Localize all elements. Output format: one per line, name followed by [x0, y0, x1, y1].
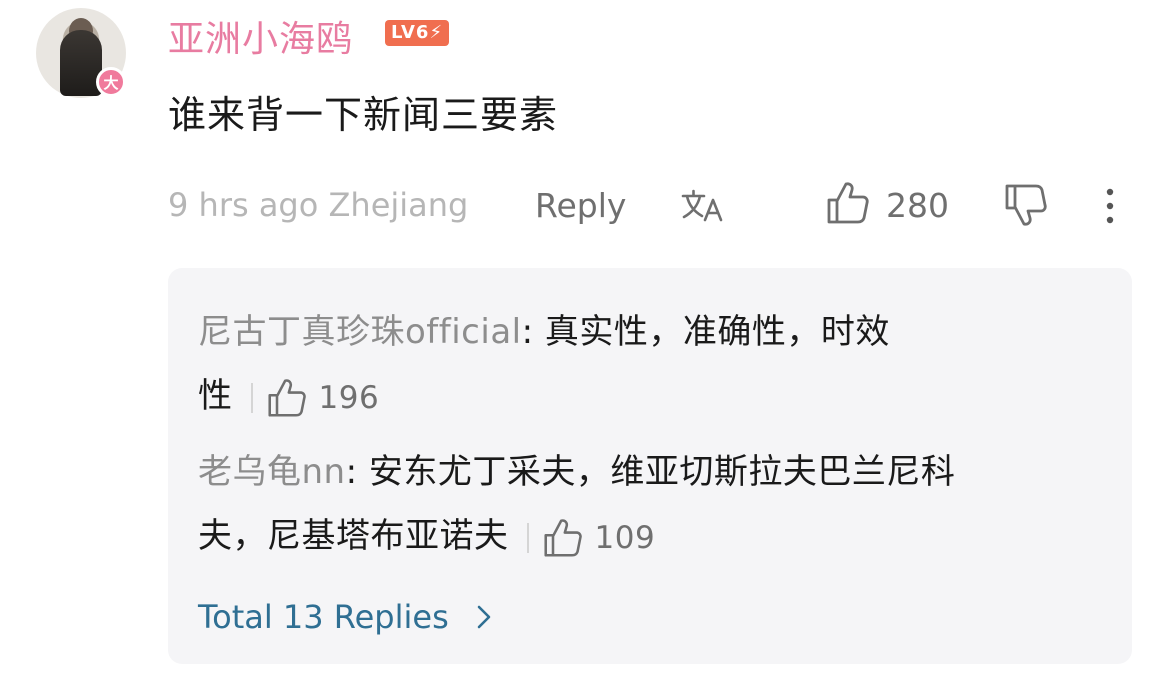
lightning-icon: ⚡: [429, 22, 444, 43]
reply-2-text: : 安东尤丁采夫，维亚切斯拉夫巴兰尼科: [345, 452, 956, 492]
comment-text: 谁来背一下新闻三要素: [168, 93, 559, 137]
username[interactable]: 亚洲小海鸥: [168, 10, 353, 62]
divider: [250, 382, 253, 413]
avatar-badge: 大: [96, 67, 126, 97]
total-replies-link[interactable]: Total 13 Replies: [198, 598, 495, 636]
reply-1-text: : 真实性，准确性，时效: [521, 312, 890, 352]
thumbs-up-icon[interactable]: [267, 377, 307, 419]
comment-meta: 9 hrs ago Zhejiang: [168, 186, 468, 224]
more-icon[interactable]: [1100, 186, 1120, 226]
reply-1-author[interactable]: 尼古丁真珍珠official: [198, 312, 522, 352]
reply-2-line-1[interactable]: 老乌龟nn: 安东尤丁采夫，维亚切斯拉夫巴兰尼科: [198, 444, 955, 493]
reply-2-line-2: 夫，尼基塔布亚诺夫 109: [198, 508, 655, 559]
reply-1-line-1[interactable]: 尼古丁真珍珠official: 真实性，准确性，时效: [198, 304, 890, 353]
thumbs-down-icon[interactable]: [1004, 182, 1048, 228]
thumbs-up-icon[interactable]: [826, 180, 870, 226]
reply-2-text-cont: 夫，尼基塔布亚诺夫: [198, 516, 509, 556]
chevron-right-icon: [477, 605, 491, 629]
reply-button[interactable]: Reply: [535, 186, 626, 225]
reply-1-likes: 196: [318, 379, 380, 416]
translate-icon[interactable]: [680, 186, 726, 228]
level-badge: LV6⚡: [385, 20, 450, 46]
total-replies-label: Total 13 Replies: [198, 598, 449, 636]
reply-1-line-2: 性 196: [198, 368, 379, 419]
like-count: 280: [886, 186, 949, 225]
level-badge-text: LV6: [391, 22, 430, 43]
comment-time: 9 hrs ago: [168, 186, 319, 224]
reply-2-author[interactable]: 老乌龟nn: [198, 452, 346, 492]
reply-1-text-cont: 性: [198, 376, 233, 416]
reply-2-likes: 109: [594, 519, 656, 556]
divider: [526, 522, 529, 553]
comment-location: Zhejiang: [328, 186, 469, 224]
thumbs-up-icon[interactable]: [543, 517, 583, 559]
